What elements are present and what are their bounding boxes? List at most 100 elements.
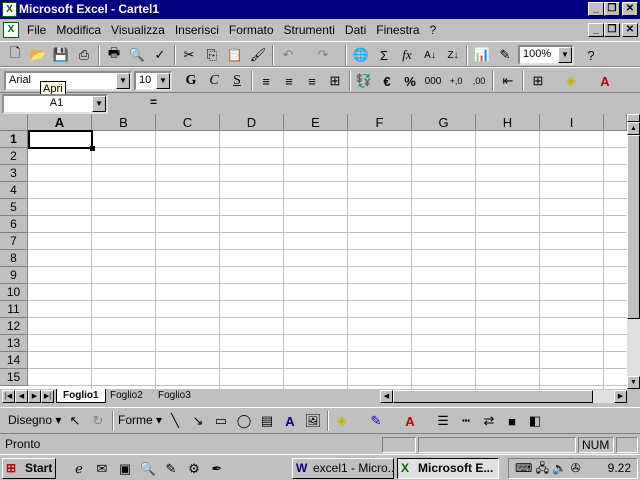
menu-finestra[interactable]: Finestra <box>371 20 424 40</box>
vertical-scrollbar[interactable]: ▲ ▼ <box>627 114 640 389</box>
row-header[interactable]: 7 <box>0 233 28 250</box>
chevron-down-icon[interactable]: ▼ <box>558 47 572 63</box>
menu-formato[interactable]: Formato <box>224 20 279 40</box>
decrease-decimal-icon[interactable]: ,00 <box>468 71 490 91</box>
line-icon[interactable]: ╲ <box>164 411 186 431</box>
shadow-icon[interactable]: ■ <box>501 411 523 431</box>
scroll-right-icon[interactable]: ▶ <box>614 390 627 403</box>
row-header[interactable]: 3 <box>0 165 28 182</box>
column-header[interactable]: I <box>540 114 604 131</box>
spelling-icon[interactable]: ✓ <box>149 45 171 65</box>
first-sheet-icon[interactable]: |◀ <box>2 390 15 403</box>
desktop-icon[interactable]: ▣ <box>116 460 134 477</box>
menu-visualizza[interactable]: Visualizza <box>106 20 170 40</box>
column-header[interactable]: E <box>284 114 348 131</box>
increase-decimal-icon[interactable]: +,0 <box>445 71 467 91</box>
bold-button[interactable]: G <box>180 71 202 91</box>
arrow-style-icon[interactable]: ⇄ <box>478 411 500 431</box>
workbook-icon[interactable]: X <box>3 22 19 38</box>
pen-icon[interactable]: ✒ <box>208 460 226 477</box>
row-header[interactable]: 8 <box>0 250 28 267</box>
undo-icon[interactable]: ↶ <box>277 45 299 65</box>
align-left-icon[interactable]: ≡ <box>255 71 277 91</box>
column-header[interactable]: B <box>92 114 156 131</box>
start-button[interactable]: ⊞ Start <box>2 458 56 479</box>
currency-icon[interactable]: 💱 <box>353 71 375 91</box>
redo-icon[interactable]: ↷ <box>312 45 334 65</box>
copy-icon[interactable]: ⎘ <box>201 45 223 65</box>
font-color-icon[interactable]: A <box>594 71 616 91</box>
thousands-icon[interactable]: 000 <box>422 71 444 91</box>
print-preview-icon[interactable]: ⎙ <box>73 45 95 65</box>
row-header[interactable]: 2 <box>0 148 28 165</box>
paste-icon[interactable]: 📋 <box>224 45 246 65</box>
chevron-down-icon[interactable]: ▼ <box>156 73 170 89</box>
menu-dati[interactable]: Dati <box>340 20 371 40</box>
prev-sheet-icon[interactable]: ◀ <box>15 390 28 403</box>
clipart-icon[interactable]: 🖼 <box>302 411 324 431</box>
line-style-icon[interactable]: ☰ <box>432 411 454 431</box>
column-header[interactable]: C <box>156 114 220 131</box>
row-header[interactable]: 14 <box>0 352 28 369</box>
align-center-icon[interactable]: ≡ <box>278 71 300 91</box>
function-icon[interactable]: fx <box>396 45 418 65</box>
font-size-select[interactable]: 10 ▼ <box>134 71 172 91</box>
row-header[interactable]: 6 <box>0 216 28 233</box>
internet-explorer-icon[interactable]: ℯ <box>70 460 88 477</box>
column-header[interactable]: F <box>348 114 412 131</box>
select-all-corner[interactable] <box>0 114 28 131</box>
last-sheet-icon[interactable]: ▶| <box>41 390 54 403</box>
scroll-left-icon[interactable]: ◀ <box>380 390 393 403</box>
formula-equals[interactable]: = <box>150 95 157 109</box>
rectangle-icon[interactable]: ▭ <box>210 411 232 431</box>
hyperlink-icon[interactable]: 🌐 <box>350 45 372 65</box>
doc-restore-button[interactable]: ❐ <box>604 23 620 37</box>
wordart-icon[interactable]: A <box>279 411 301 431</box>
column-header[interactable]: D <box>220 114 284 131</box>
oval-icon[interactable]: ◯ <box>233 411 255 431</box>
row-header[interactable]: 10 <box>0 284 28 301</box>
menu-strumenti[interactable]: Strumenti <box>279 20 340 40</box>
outlook-icon[interactable]: ✉ <box>93 460 111 477</box>
autosum-icon[interactable]: Σ <box>373 45 395 65</box>
split-box[interactable] <box>627 114 640 122</box>
spreadsheet-grid[interactable]: A B C D E F G H I 1 2 3 4 5 6 7 8 9 10 1… <box>0 114 627 389</box>
chevron-down-icon[interactable]: ▼ <box>116 73 130 89</box>
close-button[interactable]: ✕ <box>622 2 638 16</box>
doc-close-button[interactable]: ✕ <box>622 23 638 37</box>
line-color-icon[interactable]: ✎ <box>365 411 387 431</box>
save-icon[interactable]: 💾 <box>50 45 72 65</box>
open-icon[interactable]: 📂 <box>27 45 49 65</box>
next-sheet-icon[interactable]: ▶ <box>28 390 41 403</box>
indent-icon[interactable]: ⇤ <box>497 71 519 91</box>
explorer-icon[interactable]: 🔍 <box>139 460 157 477</box>
excel-app-icon[interactable]: X <box>2 2 17 17</box>
new-icon[interactable]: 🗋 <box>4 45 26 65</box>
tab-foglio3[interactable]: Foglio3 <box>152 389 197 403</box>
active-cell[interactable] <box>28 130 93 149</box>
scroll-up-icon[interactable]: ▲ <box>627 122 640 135</box>
sort-ascending-icon[interactable]: A↓ <box>419 45 441 65</box>
scroll-down-icon[interactable]: ▼ <box>627 376 640 389</box>
fill-color-icon[interactable]: ◈ <box>331 411 353 431</box>
text-box-icon[interactable]: ▤ <box>256 411 278 431</box>
row-header[interactable]: 4 <box>0 182 28 199</box>
italic-button[interactable]: C <box>203 71 225 91</box>
column-header[interactable]: G <box>412 114 476 131</box>
select-objects-icon[interactable]: ↖ <box>64 411 86 431</box>
column-header[interactable]: H <box>476 114 540 131</box>
restore-button[interactable]: ❐ <box>604 2 620 16</box>
font-select[interactable]: Arial ▼ <box>4 71 132 91</box>
arrow-icon[interactable]: ↘ <box>187 411 209 431</box>
align-right-icon[interactable]: ≡ <box>301 71 323 91</box>
help-icon[interactable]: ? <box>580 45 602 65</box>
preview-icon[interactable]: 🔍 <box>126 45 148 65</box>
menu-file[interactable]: File <box>22 20 51 40</box>
drawing-icon[interactable]: ✎ <box>494 45 516 65</box>
tab-foglio2[interactable]: Foglio2 <box>104 389 149 403</box>
chevron-down-icon[interactable]: ▼ <box>92 96 106 112</box>
menu-modifica[interactable]: Modifica <box>51 20 106 40</box>
3d-icon[interactable]: ◧ <box>524 411 546 431</box>
dash-style-icon[interactable]: ┅ <box>455 411 477 431</box>
column-header-partial[interactable] <box>604 114 627 131</box>
